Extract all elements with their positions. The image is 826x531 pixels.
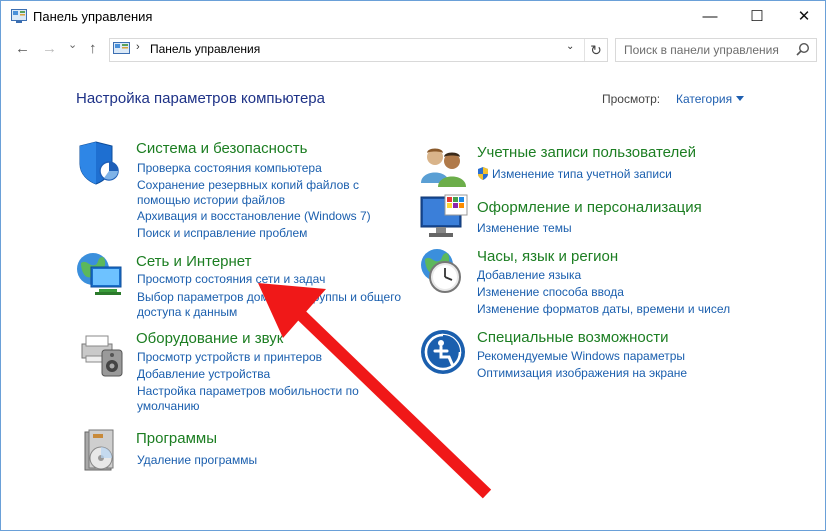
- annotation-arrow-icon: [258, 283, 492, 499]
- control-panel-window: Панель управления — ☐ ✕ ← → ⌄ ↑ › Панель…: [0, 0, 826, 531]
